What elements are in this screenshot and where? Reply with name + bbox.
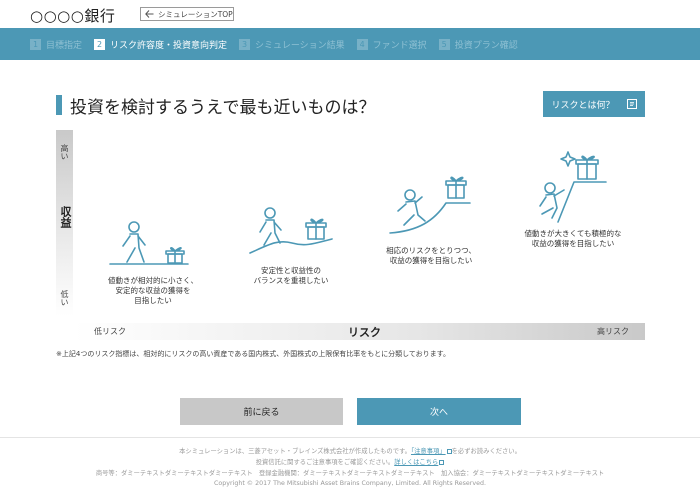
copyright: Copyright © 2017 The Mitsubishi Asset Br…: [214, 480, 486, 487]
footer-notice: 本シミュレーションは、三菱アセット・ブレインズ株式会社が作成したものです。「注意…: [179, 448, 521, 455]
step-number: 3: [239, 38, 251, 50]
option-3-caption[interactable]: 相応のリスクをとりつつ、 収益の獲得を目指したい: [376, 246, 486, 266]
step-number: 1: [30, 38, 41, 50]
step-number: 5: [438, 38, 450, 50]
risk-high-label: 高リスク: [597, 327, 629, 336]
return-axis: 高い 収益 低い: [56, 130, 73, 316]
header: ○○○○銀行 シミュレーションTOP: [0, 0, 700, 28]
option-2-caption[interactable]: 安定性と収益性の バランスを重視したい: [241, 266, 341, 286]
arrow-left-icon: [145, 10, 154, 18]
step-2: 2 リスク許容度・投資意向判定: [94, 38, 227, 51]
step-1: 1 目標指定: [30, 38, 82, 51]
step-label: リスク許容度・投資意向判定: [110, 40, 228, 51]
return-high-label: 高い: [60, 144, 69, 160]
back-button[interactable]: 前に戻る: [180, 398, 343, 425]
option-1-caption[interactable]: 値動きが相対的に小さく、 安定的な収益の獲得を 目指したい: [103, 276, 203, 306]
simulation-top-link[interactable]: シミュレーションTOP: [140, 7, 234, 21]
risk-low-label: 低リスク: [94, 327, 126, 336]
step-number: 2: [94, 38, 106, 50]
step-label: ファンド選択: [372, 40, 427, 51]
step-label: シミュレーション結果: [255, 40, 345, 51]
next-button[interactable]: 次へ: [357, 398, 521, 425]
option-4-aggressive-illustration[interactable]: [528, 150, 608, 224]
step-bar: 1 目標指定 2 リスク許容度・投資意向判定 3 シミュレーション結果 4 ファ…: [0, 28, 700, 60]
what-is-risk-label: リスクとは何？: [551, 100, 615, 111]
step-label: 投資プラン確認: [454, 40, 518, 51]
title-accent-bar: [56, 95, 62, 115]
return-low-label: 低い: [60, 290, 69, 306]
details-link[interactable]: 詳しくはこちら: [394, 459, 438, 466]
footer: 本シミュレーションは、三菱アセット・ブレインズ株式会社が作成したものです。「注意…: [0, 437, 700, 492]
document-icon: [626, 99, 637, 109]
what-is-risk-button[interactable]: リスクとは何？: [543, 91, 645, 117]
return-axis-label: 収益: [59, 206, 72, 228]
option-3-moderate-illustration[interactable]: [388, 175, 472, 237]
step-number: 4: [356, 38, 368, 50]
footer-fund-notice: 投資信託に関するご注意事項をご確認ください。詳しくはこちら: [0, 457, 700, 466]
step-3: 3 シミュレーション結果: [239, 38, 345, 51]
option-2-balanced-illustration[interactable]: [248, 205, 334, 257]
external-link-icon: [439, 459, 445, 465]
risk-axis-label: リスク: [348, 326, 381, 339]
footer-company-info: 商号等：ダミーテキストダミーテキストダミーテキスト 登録金融機関：ダミーテキスト…: [95, 470, 605, 477]
step-5: 5 投資プラン確認: [438, 38, 518, 51]
step-4: 4 ファンド選択: [356, 38, 427, 51]
option-1-stable-illustration[interactable]: [108, 218, 190, 268]
risk-note: ※上記4つのリスク指標は、相対的にリスクの高い資産である国内株式、外国株式の上限…: [56, 350, 450, 358]
risk-axis: 低リスク リスク 高リスク: [74, 323, 645, 340]
step-label: 目標指定: [46, 40, 83, 51]
caution-link[interactable]: 「注意事項」: [411, 448, 446, 455]
simulation-top-label: シミュレーションTOP: [158, 9, 233, 19]
bank-logo[interactable]: ○○○○銀行: [30, 5, 115, 26]
page-title: 投資を検討するうえで最も近いものは？: [70, 98, 376, 118]
option-4-caption[interactable]: 値動きが大きくても積極的な 収益の獲得を目指したい: [513, 229, 633, 249]
